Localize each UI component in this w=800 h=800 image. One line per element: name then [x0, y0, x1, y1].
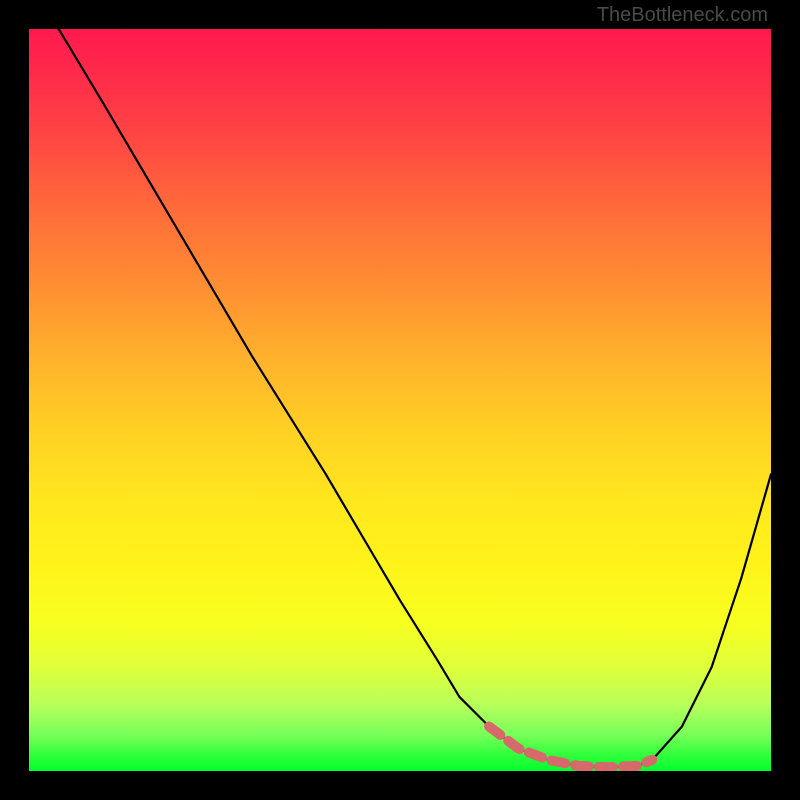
attribution-label: TheBottleneck.com	[597, 4, 768, 27]
optimal-range-marker	[489, 726, 652, 767]
plot-area	[29, 29, 771, 771]
curve-layer	[29, 29, 771, 771]
chart-frame: TheBottleneck.com	[0, 0, 800, 800]
bottleneck-curve	[59, 29, 771, 767]
